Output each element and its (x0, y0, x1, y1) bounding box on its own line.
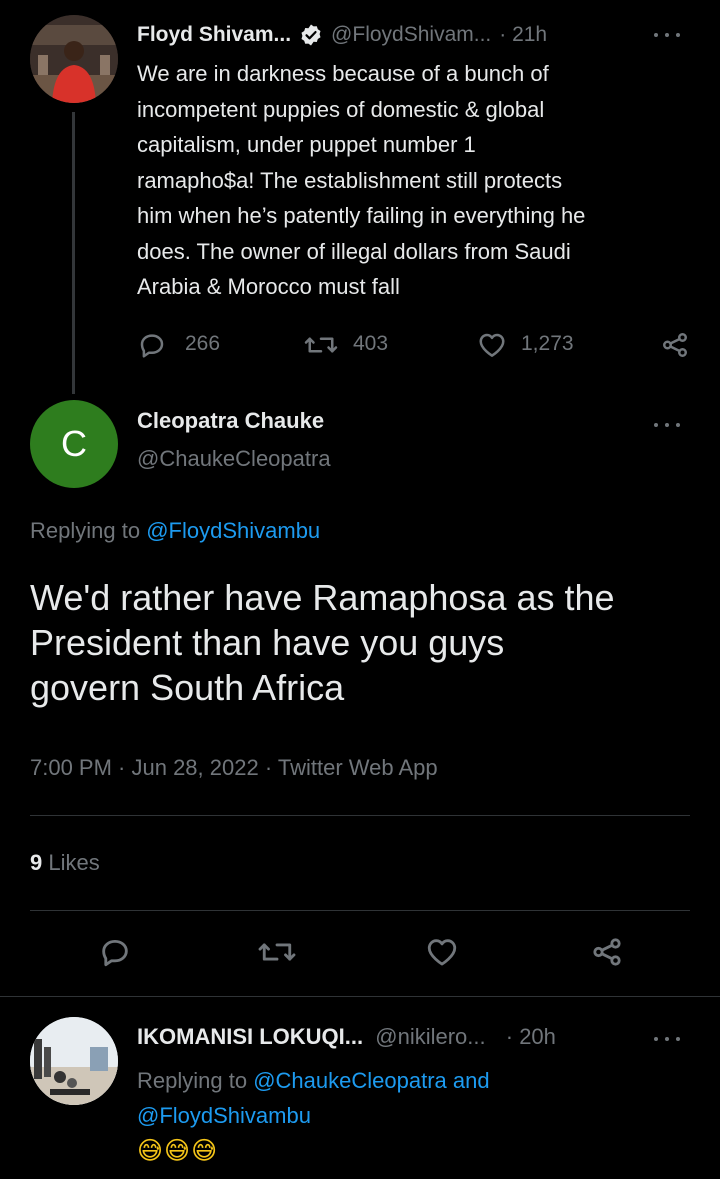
retweet-icon (304, 337, 338, 353)
tweet-time[interactable]: · 21h (499, 23, 547, 47)
reply-icon (102, 939, 128, 967)
tweet-line: incompetent puppies of domestic & global (137, 96, 545, 122)
author-name[interactable]: Cleopatra Chauke (137, 408, 324, 434)
replying-label: Replying to (30, 518, 141, 543)
reply-text-emoji: 😅😅😅 (137, 1136, 219, 1165)
tweet-line: We are in darkness because of a bunch of (137, 61, 549, 86)
replying-to: Replying to @ChaukeCleopatra and @FloydS… (137, 1063, 697, 1133)
share-icon (663, 333, 687, 357)
tweet-line: him when he’s patently failing in everyt… (137, 203, 586, 228)
like-count: 1,273 (521, 332, 574, 355)
likes-label: Likes (48, 850, 100, 875)
tweet-text: We'd rather have Ramaphosa as the Presid… (30, 575, 700, 710)
like-button[interactable]: 1,273 (477, 330, 597, 360)
author-name[interactable]: Floyd Shivam... (137, 23, 291, 47)
reply-tweet[interactable]: IKOMANISI LOKUQI... @nikilero... · 20h R… (0, 997, 720, 1179)
author-name[interactable]: IKOMANISI LOKUQI... (137, 1024, 363, 1049)
tweet-line: capitalism, under puppet number 1 (137, 132, 476, 157)
tweet-line: ramapho$a! The establishment still prote… (137, 167, 563, 193)
share-icon (593, 938, 621, 966)
author-handle[interactable]: @ChaukeCleopatra (137, 446, 331, 472)
retweet-count: 403 (353, 332, 389, 355)
retweet-button[interactable] (257, 935, 297, 969)
tweet-time[interactable]: · 20h (506, 1024, 556, 1049)
reply-button[interactable] (98, 935, 132, 969)
author-handle[interactable]: @FloydShivam... (331, 23, 491, 47)
likes-count: 9 (30, 850, 43, 875)
tweet-line: Arabia & Morocco must fall (137, 274, 400, 299)
share-button[interactable] (660, 330, 690, 360)
replying-handle-link[interactable]: @FloydShivambu (137, 1098, 697, 1133)
tweet-line: govern South Africa (30, 667, 345, 708)
more-options-icon[interactable] (654, 30, 680, 40)
heart-icon (427, 939, 457, 966)
reply-count: 266 (185, 332, 221, 355)
likes-summary[interactable]: 9 Likes (30, 850, 100, 876)
replying-to: Replying to @FloydShivambu (30, 518, 320, 544)
like-button[interactable] (425, 935, 459, 969)
replying-handle-link[interactable]: @FloydShivambu (146, 518, 320, 543)
verified-badge-icon (299, 23, 323, 47)
author-handle[interactable]: @nikilero... (375, 1024, 485, 1049)
reply-icon (140, 334, 164, 358)
replying-handle-link[interactable]: @ChaukeCleopatra and (253, 1068, 489, 1093)
tweet-meta[interactable]: 7:00 PM · Jun 28, 2022 · Twitter Web App (30, 755, 438, 781)
main-tweet: C Cleopatra Chauke @ChaukeCleopatra Repl… (0, 395, 720, 995)
avatar-letter: C (61, 423, 87, 464)
divider (30, 910, 690, 911)
tweet-floyd[interactable]: Floyd Shivam... @FloydShivam... · 21h We… (0, 0, 720, 395)
reply-button[interactable]: 266 (137, 330, 247, 360)
avatar[interactable] (30, 15, 118, 103)
tweet-line: We'd rather have Ramaphosa as the (30, 577, 615, 618)
avatar[interactable]: C (30, 400, 118, 488)
tweet-line: does. The owner of illegal dollars from … (137, 238, 571, 264)
more-options-icon[interactable] (654, 1034, 680, 1044)
heart-icon (479, 333, 505, 357)
retweet-icon (258, 943, 296, 961)
avatar[interactable] (30, 1017, 118, 1105)
divider (30, 815, 690, 816)
more-options-icon[interactable] (654, 420, 680, 430)
tweet-line: President than have you guys (30, 622, 505, 663)
thread-line (72, 112, 75, 394)
replying-label: Replying to (137, 1068, 248, 1093)
share-button[interactable] (590, 935, 624, 969)
tweet-text: We are in darkness because of a bunch of… (137, 56, 707, 305)
retweet-button[interactable]: 403 (303, 330, 413, 360)
